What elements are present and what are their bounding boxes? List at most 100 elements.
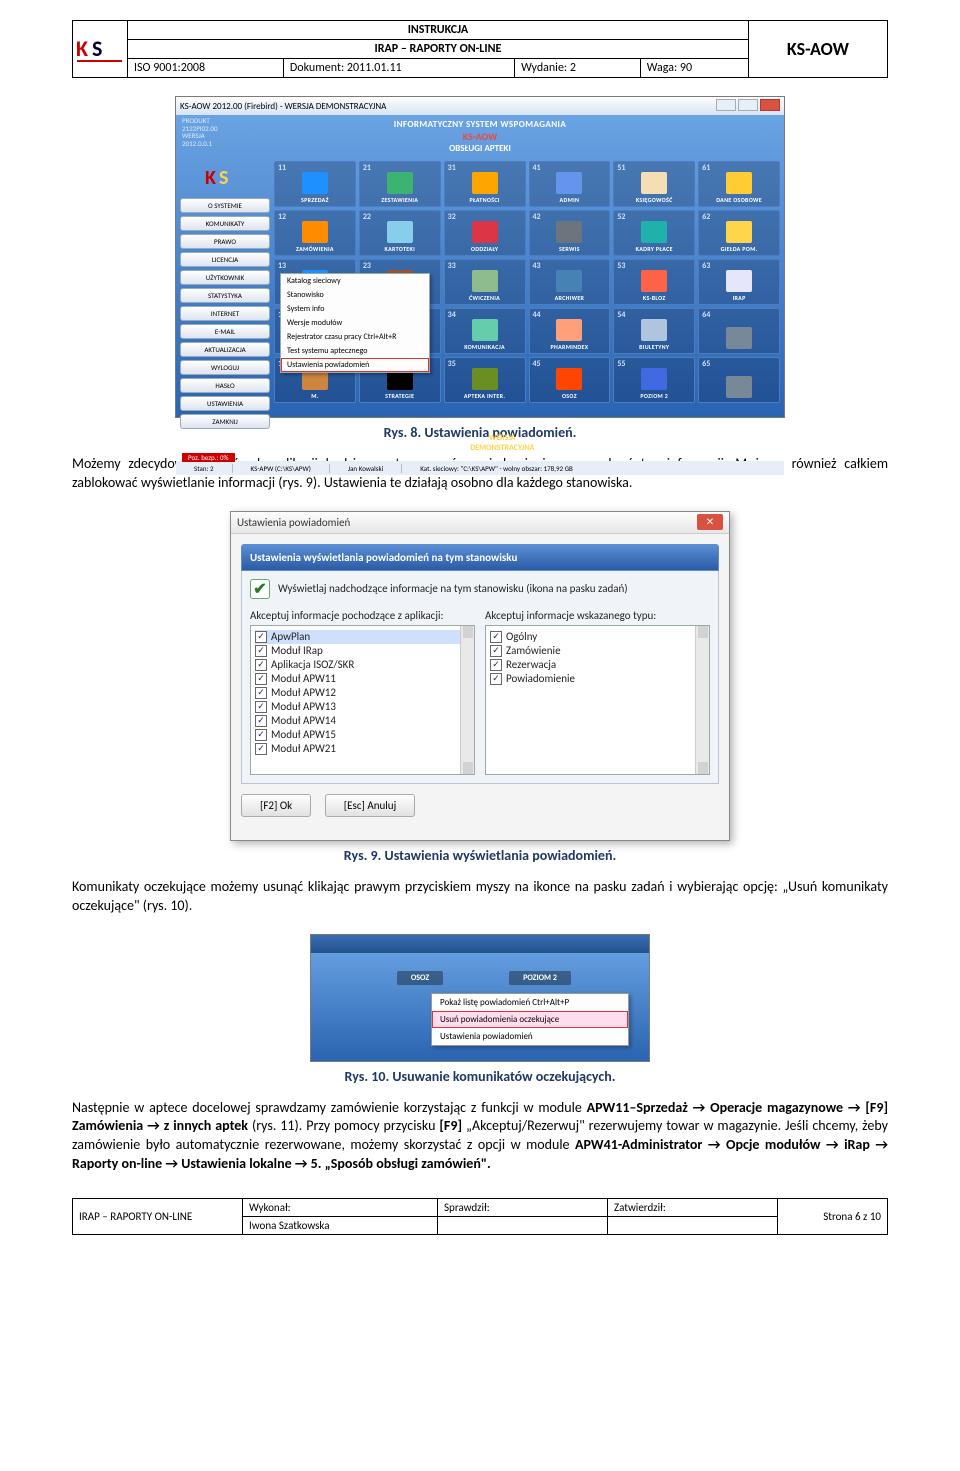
checkbox[interactable]: ✓ <box>255 673 267 685</box>
list-item[interactable]: ✓Ogólny <box>490 630 705 644</box>
module-tile[interactable]: 55POZIOM 2 <box>613 357 695 403</box>
list-item[interactable]: ✓Moduł APW15 <box>255 728 470 742</box>
sidebar-btn[interactable]: LICENCJA <box>180 252 270 267</box>
product-info: PRODUKT 2122PI02.00 WERSJA 2012.0.0.1 <box>182 117 218 148</box>
module-tile[interactable]: 54BIULETYNY <box>613 308 695 354</box>
module-tile[interactable]: 51KSIĘGOWOŚĆ <box>613 161 695 207</box>
checkbox[interactable]: ✓ <box>490 659 502 671</box>
context-menu-notifications[interactable]: Pokaż listę powiadomień Ctrl+Alt+PUsuń p… <box>431 993 629 1046</box>
listbox-types[interactable]: ✓Ogólny✓Zamówienie✓Rezerwacja✓Powiadomie… <box>485 625 710 775</box>
paragraph-2: Komunikaty oczekujące możemy usunąć klik… <box>72 878 888 916</box>
sidebar-btn[interactable]: USTAWIENIA <box>180 396 270 411</box>
window-caption-buttons[interactable] <box>714 99 780 114</box>
module-tile[interactable]: 12ZAMÓWIENIA <box>274 210 356 256</box>
status-user: Jan Kowalski <box>330 464 402 473</box>
context-menu-item[interactable]: Pokaż listę powiadomień Ctrl+Alt+P <box>432 994 628 1011</box>
list-item[interactable]: ✓Moduł APW11 <box>255 672 470 686</box>
list-item[interactable]: ✓Rezerwacja <box>490 658 705 672</box>
module-tile[interactable]: 21ZESTAWIENIA <box>359 161 441 207</box>
list-item[interactable]: ✓Moduł IRap <box>255 644 470 658</box>
context-menu-item[interactable]: Wersje modułów <box>281 316 429 330</box>
context-menu-item[interactable]: Stanowisko <box>281 288 429 302</box>
screenshot-ksaow-launcher: KS-AOW 2012.00 (Firebird) - WERSJA DEMON… <box>175 96 785 418</box>
sidebar-btn[interactable]: AKTUALIZACJA <box>180 342 270 357</box>
module-tile[interactable]: 31PŁATNOŚCI <box>444 161 526 207</box>
checkbox[interactable]: ✓ <box>255 743 267 755</box>
sidebar-btn[interactable]: PRAWO <box>180 234 270 249</box>
window-titlebar: KS-AOW 2012.00 (Firebird) - WERSJA DEMON… <box>176 97 784 115</box>
checkbox-main-row[interactable]: ✔ Wyświetlaj nadchodzące informacje na t… <box>250 579 710 599</box>
module-tile[interactable]: 34KOMUNIKACJA <box>444 308 526 354</box>
tile-osoz[interactable]: OSOZ <box>378 961 462 985</box>
footer-sprawdzil: Sprawdził: <box>438 1199 608 1217</box>
module-tile[interactable]: 33ĆWICZENIA <box>444 259 526 305</box>
module-tile[interactable]: 43ARCHIWER <box>529 259 611 305</box>
sidebar-btn[interactable]: O SYSTEMIE <box>180 198 270 213</box>
context-menu-item[interactable]: Usuń powiadomienia oczekujące <box>432 1011 628 1028</box>
module-tile[interactable]: 65 <box>698 357 780 403</box>
banner-line3: OBSŁUGI APTEKI <box>449 143 511 154</box>
module-tile[interactable]: 35APTEKA INTER. <box>444 357 526 403</box>
dialog-title: Ustawienia powiadomień <box>237 516 350 529</box>
context-menu-item[interactable]: System info <box>281 302 429 316</box>
close-button[interactable]: ✕ <box>697 514 723 530</box>
module-tile[interactable]: 44PHARMINDEX <box>529 308 611 354</box>
sidebar-btn[interactable]: ZAMKNIJ <box>180 414 270 429</box>
checkbox[interactable]: ✓ <box>255 701 267 713</box>
sidebar-btn[interactable]: INTERNET <box>180 306 270 321</box>
paragraph-3: Następnie w aptece docelowej sprawdzamy … <box>72 1099 888 1175</box>
module-tile[interactable]: 32ODDZIAŁY <box>444 210 526 256</box>
context-menu-item[interactable]: Katalog sieciowy <box>281 274 429 288</box>
caption-rys9: Rys. 9. Ustawienia wyświetlania powiadom… <box>72 847 888 864</box>
list-item[interactable]: ✓Aplikacja ISOZ/SKR <box>255 658 470 672</box>
module-tile[interactable]: 11SPRZEDAŻ <box>274 161 356 207</box>
list-item[interactable]: ✓Moduł APW21 <box>255 742 470 756</box>
context-menu-settings[interactable]: Katalog sieciowyStanowiskoSystem infoWer… <box>280 273 430 373</box>
module-tile[interactable]: 52KADRY PŁACE <box>613 210 695 256</box>
module-tile[interactable]: 42SERWIS <box>529 210 611 256</box>
cancel-button[interactable]: [Esc] Anuluj <box>325 794 415 817</box>
list-item[interactable]: ✓Moduł APW14 <box>255 714 470 728</box>
checkbox[interactable]: ✓ <box>490 645 502 657</box>
checkbox[interactable]: ✓ <box>255 645 267 657</box>
module-tile[interactable]: 63IRAP <box>698 259 780 305</box>
footer-title: IRAP – RAPORTY ON-LINE <box>73 1199 243 1235</box>
context-menu-item[interactable]: Test systemu aptecznego <box>281 344 429 358</box>
module-tile[interactable]: 41ADMIN <box>529 161 611 207</box>
module-tile[interactable]: 62GIEŁDA POM. <box>698 210 780 256</box>
module-tile[interactable]: 64 <box>698 308 780 354</box>
sidebar-btn[interactable]: KOMUNIKATY <box>180 216 270 231</box>
checkbox-main[interactable]: ✔ <box>250 579 270 599</box>
list-item[interactable]: ✓Moduł APW13 <box>255 700 470 714</box>
sidebar-btn[interactable]: UŻYTKOWNIK <box>180 270 270 285</box>
sidebar-btn[interactable]: HASŁO <box>180 378 270 393</box>
module-tile[interactable]: 53KS-BLOZ <box>613 259 695 305</box>
checkbox[interactable]: ✓ <box>490 673 502 685</box>
list-item[interactable]: ✓Powiadomienie <box>490 672 705 686</box>
checkbox[interactable]: ✓ <box>255 715 267 727</box>
checkbox[interactable]: ✓ <box>255 631 267 643</box>
module-tile[interactable]: 22KARTOTEKI <box>359 210 441 256</box>
sidebar-btn[interactable]: WYLOGUJ <box>180 360 270 375</box>
sidebar-btn[interactable]: E-MAIL <box>180 324 270 339</box>
ok-button[interactable]: [F2] Ok <box>241 794 311 817</box>
scrollbar[interactable] <box>695 626 709 774</box>
module-tile[interactable]: 61DANE OSOBOWE <box>698 161 780 207</box>
checkbox[interactable]: ✓ <box>255 729 267 741</box>
checkbox[interactable]: ✓ <box>255 659 267 671</box>
checkbox-main-label: Wyświetlaj nadchodzące informacje na tym… <box>278 582 628 595</box>
checkbox[interactable]: ✓ <box>490 631 502 643</box>
context-menu-item[interactable]: Rejestrator czasu pracy Ctrl+Alt+R <box>281 330 429 344</box>
list-item[interactable]: ✓Zamówienie <box>490 644 705 658</box>
module-tile[interactable]: 45OSOZ <box>529 357 611 403</box>
sidebar-btn[interactable]: STATYSTYKA <box>180 288 270 303</box>
tile-poziom2[interactable]: POZIOM 2 <box>498 961 582 985</box>
context-menu-item[interactable]: Ustawienia powiadomień <box>432 1028 628 1045</box>
checkbox[interactable]: ✓ <box>255 687 267 699</box>
listbox-apps[interactable]: ✓ApwPlan✓Moduł IRap✓Aplikacja ISOZ/SKR✓M… <box>250 625 475 775</box>
list-item[interactable]: ✓Moduł APW12 <box>255 686 470 700</box>
scrollbar[interactable] <box>460 626 474 774</box>
dialog-titlebar: Ustawienia powiadomień ✕ <box>231 512 729 534</box>
list-item[interactable]: ✓ApwPlan <box>255 630 470 644</box>
context-menu-item[interactable]: Ustawienia powiadomień <box>281 358 429 372</box>
